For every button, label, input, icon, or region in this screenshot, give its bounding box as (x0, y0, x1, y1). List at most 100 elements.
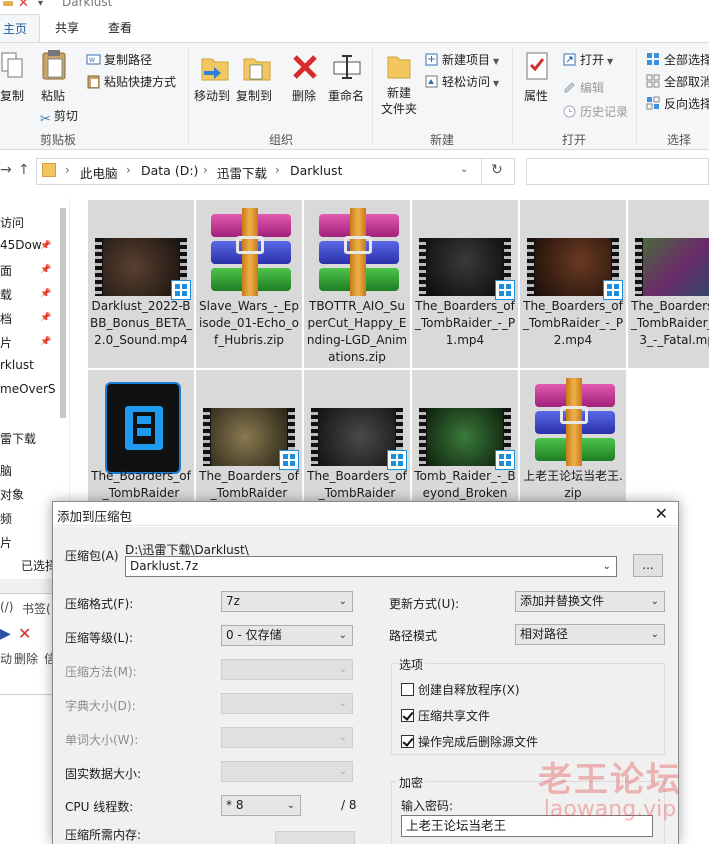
properties-icon (526, 52, 548, 80)
method-label: 压缩方法(M): (65, 665, 137, 679)
format-select[interactable]: 7z ⌄ (221, 591, 353, 612)
edit-button[interactable]: 编辑 (562, 79, 604, 96)
file-tile[interactable]: The_Boarders_of_TombRaider_-_P1.mp4 (412, 200, 518, 368)
tab-view[interactable]: 查看 (96, 14, 144, 42)
path-mode-label: 路径模式 (389, 629, 438, 643)
divider (0, 694, 60, 695)
file-tile[interactable]: The_Boarders_of_TombRaider_-_P2.mp4 (520, 200, 626, 368)
close-x-icon[interactable]: ✕ (18, 0, 29, 11)
compress-shared-checkbox[interactable]: 压缩共享文件 (401, 707, 490, 724)
breadcrumb-xunlei[interactable]: 迅雷下载 (217, 163, 267, 182)
close-icon[interactable]: ✕ (655, 504, 668, 523)
search-input[interactable] (526, 158, 709, 185)
nav-item[interactable]: 对象 (0, 486, 24, 503)
dictionary-select[interactable]: ⌄ (221, 693, 353, 714)
up-arrow-icon[interactable]: ↑ (18, 162, 30, 178)
file-tile[interactable]: The_Boarders_of_TombRaider_-_P3_-_Fatal.… (628, 200, 709, 368)
chevron-down-icon: ▼ (493, 57, 500, 66)
method-select[interactable]: ⌄ (221, 659, 353, 680)
address-row: → ↑ › 此电脑 › Data (D:) › 迅雷下载 › Darklust … (0, 152, 709, 190)
properties-button[interactable]: 属性 (524, 87, 548, 104)
easy-access-button[interactable]: 轻松访问 ▼ (424, 73, 499, 90)
nav-item[interactable]: 45Dow (0, 238, 42, 252)
nav-scrollbar[interactable] (57, 198, 69, 428)
checkbox-box[interactable] (401, 735, 414, 748)
delete-button[interactable]: 删除 (292, 87, 316, 104)
select-all-button[interactable]: 全部选择 (646, 51, 709, 68)
nav-scrollbar-thumb[interactable] (60, 208, 66, 418)
nav-item[interactable]: 档 (0, 310, 12, 327)
update-mode-select[interactable]: 添加并替换文件 ⌄ (515, 591, 665, 612)
nav-item[interactable]: rklust (0, 358, 34, 372)
chevron-down-icon[interactable]: ⌄ (651, 592, 659, 611)
new-item-button[interactable]: 新建项目 ▼ (424, 51, 499, 68)
file-name: TBOTTR_AIO_SuperCut_Happy_Ending-LGD_Ani… (306, 299, 408, 364)
chevron-down-icon[interactable]: ▾ (38, 0, 43, 9)
breadcrumb-drive[interactable]: Data (D:) (141, 163, 198, 178)
rename-button[interactable]: 重命名 (328, 87, 364, 104)
new-folder-icon (387, 56, 411, 79)
breadcrumb-chevron-icon[interactable]: › (126, 163, 131, 177)
breadcrumb-darklust[interactable]: Darklust (290, 163, 342, 178)
select-none-button[interactable]: 全部取消 (646, 73, 709, 90)
word-size-select[interactable]: ⌄ (221, 727, 353, 748)
nav-item[interactable]: 载 (0, 286, 12, 303)
address-bar[interactable]: › 此电脑 › Data (D:) › 迅雷下载 › Darklust ⌄ ↻ (36, 158, 515, 185)
browse-button[interactable]: ... (633, 554, 663, 577)
move-to-button[interactable]: 移动到 (194, 87, 230, 104)
paste-button[interactable]: 粘贴 (41, 87, 65, 104)
breadcrumb-chevron-icon[interactable]: › (275, 163, 280, 177)
copy-button[interactable]: 复制 (0, 87, 24, 104)
chevron-down-icon[interactable]: ⌄ (287, 796, 295, 815)
file-tile[interactable]: Darklust_2022-BBB_Bonus_BETA_2.0_Sound.m… (88, 200, 194, 368)
create-sfx-checkbox[interactable]: 创建自释放程序(X) (401, 681, 520, 698)
checkbox-box[interactable] (401, 683, 414, 696)
nav-item[interactable]: 片 (0, 534, 12, 551)
nav-item[interactable]: 雷下载 (0, 430, 36, 447)
copy-path-button[interactable]: W 复制路径 (86, 51, 152, 68)
chevron-down-icon[interactable]: ⌄ (460, 164, 468, 175)
refresh-icon[interactable]: ↻ (491, 162, 503, 178)
invert-selection-label: 反向选择 (664, 97, 709, 111)
checkbox-box[interactable] (401, 709, 414, 722)
file-tile[interactable]: Slave_Wars_-_Episode_01-Echo_of_Hubris.z… (196, 200, 302, 368)
path-mode-select[interactable]: 相对路径 ⌄ (515, 624, 665, 645)
chevron-down-icon[interactable]: ⌄ (339, 626, 347, 645)
nav-item[interactable]: meOverS (0, 382, 56, 396)
archive-name-combo[interactable]: Darklust.7z ⌄ (125, 556, 617, 577)
tab-home[interactable]: 主页 (0, 14, 41, 42)
delete-after-checkbox[interactable]: 操作完成后删除源文件 (401, 733, 538, 750)
update-mode-label: 更新方式(U): (389, 597, 460, 611)
new-folder-button[interactable]: 新建 文件夹 (381, 85, 417, 117)
level-select[interactable]: 0 - 仅存储 ⌄ (221, 625, 353, 646)
cpu-threads-value: * 8 (226, 798, 244, 812)
paste-shortcut-button[interactable]: 粘贴快捷方式 (86, 73, 176, 90)
nav-item[interactable]: 访问 (0, 214, 24, 231)
memory-select[interactable] (275, 831, 355, 844)
cpu-threads-select[interactable]: * 8 ⌄ (221, 795, 301, 816)
open-button[interactable]: 打开 ▼ (562, 51, 613, 68)
invert-selection-button[interactable]: 反向选择 (646, 95, 709, 112)
file-tile[interactable]: TBOTTR_AIO_SuperCut_Happy_Ending-LGD_Ani… (304, 200, 410, 368)
file-name: The_Boarders_of_TombRaider_-_P2.mp4 (522, 299, 624, 347)
chevron-down-icon[interactable]: ⌄ (339, 592, 347, 611)
breadcrumb-this-pc[interactable]: 此电脑 (80, 163, 118, 182)
back-arrow-icon[interactable]: → (0, 162, 12, 178)
select-none-label: 全部取消 (664, 75, 709, 89)
chevron-down-icon[interactable]: ⌄ (603, 557, 611, 576)
breadcrumb-chevron-icon[interactable]: › (65, 163, 70, 177)
delete-after-label: 操作完成后删除源文件 (418, 735, 539, 749)
solid-size-select[interactable]: ⌄ (221, 761, 353, 782)
nav-item[interactable]: 片 (0, 334, 12, 351)
horizontal-scrollbar[interactable] (0, 579, 60, 593)
cut-button[interactable]: ✂ 剪切 (40, 107, 78, 127)
select-none-icon (646, 74, 660, 88)
copy-to-button[interactable]: 复制到 (236, 87, 272, 104)
nav-item[interactable]: 脑 (0, 462, 12, 479)
breadcrumb-chevron-icon[interactable]: › (203, 163, 208, 177)
history-button[interactable]: 历史记录 (562, 103, 628, 120)
tab-share[interactable]: 共享 (43, 14, 91, 42)
nav-item[interactable]: 频 (0, 510, 12, 527)
nav-item[interactable]: 面 (0, 262, 12, 279)
chevron-down-icon[interactable]: ⌄ (651, 625, 659, 644)
